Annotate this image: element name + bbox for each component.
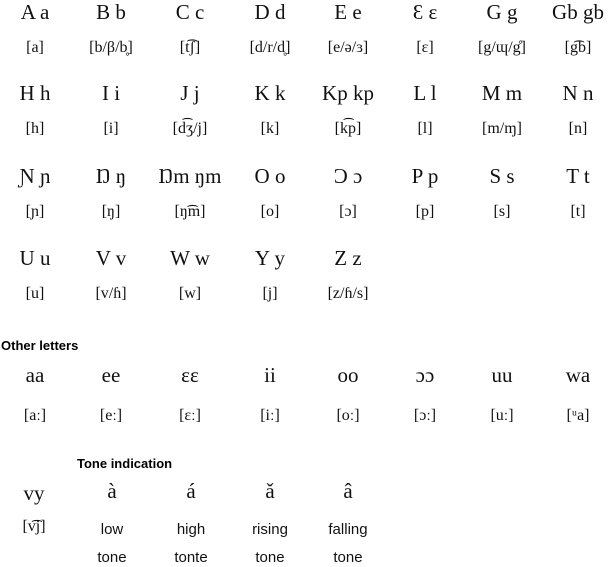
alphabet-letter: C c [175,0,205,24]
other-letter-ipa: [iː] [260,407,280,424]
alphabet-ipa: [g/ɰ/g̊] [478,39,526,56]
tone-name: low [100,521,124,538]
alphabet-ipa: [ɔ] [339,203,357,220]
alphabet-letter: I i [101,81,121,105]
tone-mark: à [107,479,117,503]
alphabet-letter: K k [254,81,286,105]
alphabet-letter: E e [334,0,362,24]
alphabet-letter: B b [96,0,126,24]
alphabet-letter: Kp kp [322,81,374,105]
alphabet-ipa: [k] [260,120,280,137]
alphabet-ipa: [n] [568,120,588,137]
other-letter: wa [565,363,591,387]
tone-label: tonte [174,549,208,566]
alphabet-ipa: [ŋ͡m] [174,203,206,220]
alphabet-ipa: [h] [25,120,45,137]
alphabet-ipa: [m/ɱ] [482,120,522,137]
alphabet-ipa: [a] [26,39,44,56]
other-letter: oo [337,363,359,387]
other-letter-ipa: [ɔː] [413,407,437,424]
extra-letter-vy: vy [23,481,45,505]
alphabet-ipa: [d͡ʒ/j] [172,120,208,137]
alphabet-letter: P p [411,164,439,188]
alphabet-letter: J j [180,81,200,105]
other-letter: uu [491,363,513,387]
tone-label: tone [97,549,127,566]
alphabet-ipa: [s] [493,203,511,220]
alphabet-letter: L l [413,81,437,105]
alphabet-letter: Ɛ ɛ [412,0,438,24]
alphabet-ipa: [w] [178,285,202,302]
other-letter: ii [264,363,276,387]
tone-name: high [176,521,206,538]
alphabet-ipa: [b/β/b̥] [89,39,133,56]
tone-name: rising [252,521,288,538]
other-letter-ipa: [ᵘa] [566,407,590,424]
tone-mark: ǎ [265,479,275,503]
alphabet-letter: Ɔ ɔ [333,164,363,188]
alphabet-ipa: [i] [103,120,119,137]
alphabet-letter: D d [254,0,286,24]
alphabet-letter: Y y [254,246,286,270]
alphabet-ipa: [u] [25,285,45,302]
alphabet-ipa: [g͡b] [564,39,592,56]
alphabet-letter: N n [562,81,594,105]
alphabet-ipa: [l] [417,120,433,137]
alphabet-letter: U u [19,246,51,270]
other-letter-ipa: [oː] [336,407,360,424]
other-letter-ipa: [uː] [490,407,514,424]
alphabet-ipa: [v/ɦ] [95,285,127,302]
alphabet-ipa: [d/r/d̥] [249,39,291,56]
alphabet-ipa: [k͡p] [334,120,362,137]
alphabet-ipa: [z/ɦ/s] [327,285,369,302]
other-letters-heading: Other letters [1,338,79,353]
alphabet-letter: Gb gb [552,0,604,24]
tone-label: tone [333,549,363,566]
other-letter-ipa: [eː] [99,407,123,424]
alphabet-letter: S s [489,164,515,188]
alphabet-ipa: [e/ə/ɜ] [327,39,369,56]
alphabet-ipa: [t͡ʃ] [179,39,201,56]
alphabet-letter: M m [481,81,523,105]
alphabet-letter: T t [566,164,590,188]
tone-mark: â [343,479,353,503]
alphabet-letter: Ɲ ɲ [19,164,51,188]
tone-name: falling [328,521,368,538]
other-letter: aa [25,363,45,387]
alphabet-ipa: [ɲ] [25,203,45,220]
tone-mark: á [186,479,196,503]
alphabet-ipa: [t] [570,203,586,220]
alphabet-ipa: [ɛ] [416,39,434,56]
alphabet-letter: H h [19,81,51,105]
alphabet-letter: Z z [334,246,362,270]
alphabet-letter: W w [170,246,210,270]
alphabet-letter: Ŋm ŋm [158,164,222,188]
alphabet-letter: Ŋ ŋ [95,164,127,188]
alphabet-ipa: [j] [262,285,278,302]
other-letter: ɛɛ [181,363,199,387]
extra-letter-vy-ipa: [v͡j] [22,518,46,535]
alphabet-letter: G g [486,0,518,24]
other-letter: ɔɔ [415,363,435,387]
alphabet-letter: A a [20,0,50,24]
alphabet-ipa: [ŋ] [101,203,121,220]
alphabet-ipa: [p] [415,203,435,220]
other-letter-ipa: [aː] [23,407,47,424]
tone-label: tone [255,549,285,566]
other-letter: ee [101,363,121,387]
alphabet-ipa: [o] [260,203,280,220]
other-letter-ipa: [ɛː] [179,407,201,424]
tone-indication-heading: Tone indication [77,456,173,471]
alphabet-letter: O o [254,164,286,188]
alphabet-letter: V v [95,246,127,270]
